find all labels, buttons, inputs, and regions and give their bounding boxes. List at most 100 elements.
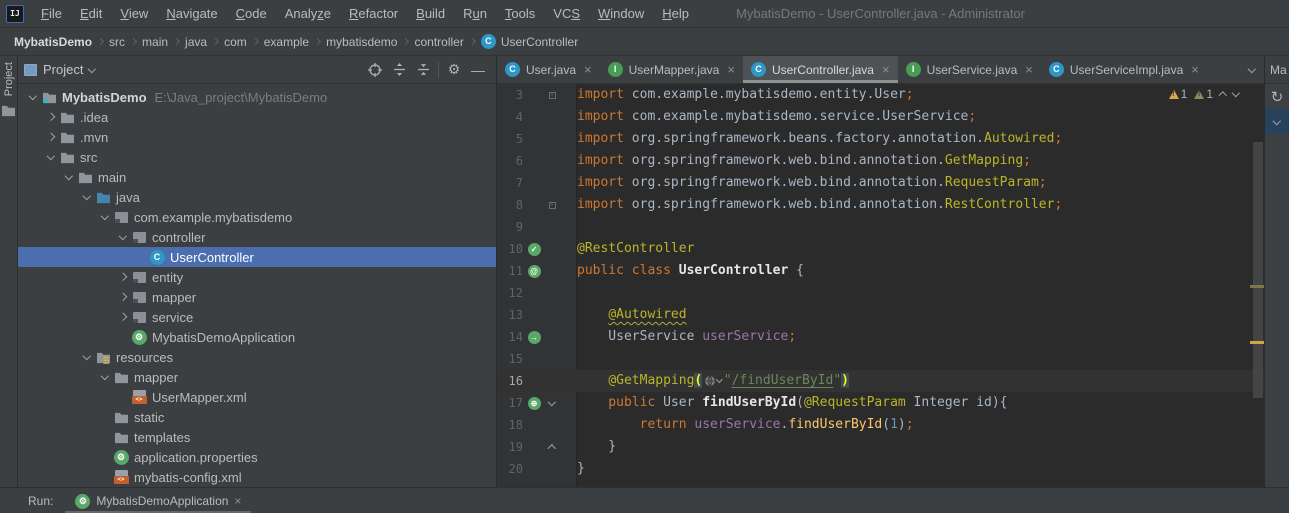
spring-request-mapping-icon[interactable]: ⊕	[527, 396, 541, 410]
code-line-16[interactable]: 16 @GetMapping("/findUserById")	[497, 370, 1264, 392]
code-line-8[interactable]: 8 - import org.springframework.web.bind.…	[497, 194, 1264, 216]
tree-item-controller[interactable]: controller	[18, 227, 496, 247]
menu-navigate[interactable]: Navigate	[157, 0, 226, 28]
menu-file[interactable]: File	[32, 0, 71, 28]
tree-item-application-properties[interactable]: ⚙ application.properties	[18, 447, 496, 467]
menu-help[interactable]: Help	[653, 0, 698, 28]
expand-all-button[interactable]	[387, 59, 411, 81]
menu-refactor[interactable]: Refactor	[340, 0, 407, 28]
code-line-15[interactable]: 15	[497, 348, 1264, 370]
code-line-19[interactable]: 19 }	[497, 436, 1264, 458]
code-line-5[interactable]: 5 import org.springframework.beans.facto…	[497, 128, 1264, 150]
breadcrumb-item-usercontroller[interactable]: C UserController	[477, 34, 582, 49]
breadcrumb-item[interactable]: src	[105, 35, 129, 49]
menu-tools[interactable]: Tools	[496, 0, 544, 28]
code-line-6[interactable]: 6 import org.springframework.web.bind.an…	[497, 150, 1264, 172]
tree-item-templates[interactable]: templates	[18, 427, 496, 447]
tree-item-src[interactable]: src	[18, 147, 496, 167]
close-icon[interactable]: ×	[234, 494, 241, 508]
warning-count[interactable]: 1	[1181, 87, 1188, 101]
chevron-down-icon[interactable]	[83, 352, 91, 360]
next-warning-button[interactable]	[1231, 89, 1240, 97]
tree-item-mapper[interactable]: mapper	[18, 287, 496, 307]
chevron-down-icon[interactable]	[101, 372, 109, 380]
breadcrumb-item[interactable]: com	[220, 35, 251, 49]
menu-window[interactable]: Window	[589, 0, 653, 28]
tree-item-java[interactable]: java	[18, 187, 496, 207]
tree-item-usercontroller[interactable]: C UserController	[18, 247, 496, 267]
hidden-tabs-chevron[interactable]	[1239, 56, 1265, 83]
tree-item-service[interactable]: service	[18, 307, 496, 327]
code-editor[interactable]: 3 - import com.example.mybatisdemo.entit…	[497, 84, 1264, 487]
breadcrumb-item[interactable]: example	[260, 35, 313, 49]
scrollbar-warning-mark[interactable]	[1250, 341, 1264, 344]
spring-annotated-bean-icon[interactable]: @	[527, 264, 541, 278]
menu-vcs[interactable]: VCS	[544, 0, 589, 28]
locate-file-button[interactable]	[363, 59, 387, 81]
editor-tab-userservice-java[interactable]: I UserService.java ×	[898, 56, 1041, 83]
editor-scrollbar[interactable]	[1253, 142, 1263, 398]
code-line-17[interactable]: 17 ⊕ public User findUserById(@RequestPa…	[497, 392, 1264, 414]
menu-code[interactable]: Code	[227, 0, 276, 28]
chevron-down-icon[interactable]	[1265, 109, 1289, 134]
chevron-right-icon[interactable]	[47, 133, 55, 141]
close-icon[interactable]: ×	[584, 62, 592, 77]
code-line-9[interactable]: 9	[497, 216, 1264, 238]
tree-item-mybatisdemoapplication[interactable]: ⚙ MybatisDemoApplication	[18, 327, 496, 347]
url-inlay-icon[interactable]	[704, 375, 723, 387]
menu-build[interactable]: Build	[407, 0, 454, 28]
editor-tab-usermapper-java[interactable]: I UserMapper.java ×	[600, 56, 743, 83]
chevron-down-icon[interactable]	[65, 172, 73, 180]
chevron-right-icon[interactable]	[119, 313, 127, 321]
breadcrumb-item[interactable]: MybatisDemo	[10, 35, 96, 49]
settings-gear-button[interactable]: ⚙	[442, 59, 466, 81]
menu-edit[interactable]: Edit	[71, 0, 111, 28]
tree-item-usermapper-xml[interactable]: <> UserMapper.xml	[18, 387, 496, 407]
breadcrumb-item[interactable]: mybatisdemo	[322, 35, 401, 49]
tree-item-entity[interactable]: entity	[18, 267, 496, 287]
code-line-13[interactable]: 13 @Autowired	[497, 304, 1264, 326]
code-line-11[interactable]: 11 @ public class UserController {	[497, 260, 1264, 282]
collapse-all-button[interactable]	[411, 59, 435, 81]
project-strip-button[interactable]: Project	[3, 62, 15, 96]
run-tab-mybatisdemoapplication[interactable]: ⚙ MybatisDemoApplication ×	[65, 488, 252, 513]
tree-item-mybatis-config-xml[interactable]: <> mybatis-config.xml	[18, 467, 496, 487]
chevron-right-icon[interactable]	[119, 273, 127, 281]
chevron-down-icon[interactable]	[88, 64, 97, 73]
close-icon[interactable]: ×	[727, 62, 735, 77]
spring-autowired-icon[interactable]: →	[527, 330, 541, 344]
menu-run[interactable]: Run	[454, 0, 496, 28]
code-line-14[interactable]: 14 → UserService userService;	[497, 326, 1264, 348]
chevron-down-icon[interactable]	[47, 152, 55, 160]
spring-bean-icon[interactable]: ✓	[527, 242, 541, 256]
close-icon[interactable]: ×	[1025, 62, 1033, 77]
menu-view[interactable]: View	[111, 0, 157, 28]
code-line-10[interactable]: 10 ✓ @RestController	[497, 238, 1264, 260]
tree-item-mapper[interactable]: mapper	[18, 367, 496, 387]
chevron-down-icon[interactable]	[83, 192, 91, 200]
refresh-icon[interactable]: ↻	[1265, 84, 1289, 109]
tree-item-com-example-mybatisdemo[interactable]: com.example.mybatisdemo	[18, 207, 496, 227]
editor-tab-userserviceimpl-java[interactable]: C UserServiceImpl.java ×	[1041, 56, 1207, 83]
chevron-down-icon[interactable]	[101, 212, 109, 220]
tree-item--mvn[interactable]: .mvn	[18, 127, 496, 147]
tree-item--idea[interactable]: .idea	[18, 107, 496, 127]
breadcrumb-item[interactable]: main	[138, 35, 172, 49]
editor-tab-user-java[interactable]: C User.java ×	[497, 56, 600, 83]
chevron-right-icon[interactable]	[119, 293, 127, 301]
tree-item-mybatisdemo[interactable]: MybatisDemo E:\Java_project\MybatisDemo	[18, 87, 496, 107]
close-icon[interactable]: ×	[882, 62, 890, 77]
code-line-18[interactable]: 18 return userService.findUserById(1);	[497, 414, 1264, 436]
editor-tab-usercontroller-java[interactable]: C UserController.java ×	[742, 56, 898, 83]
chevron-right-icon[interactable]	[47, 113, 55, 121]
code-line-4[interactable]: 4 import com.example.mybatisdemo.service…	[497, 106, 1264, 128]
close-icon[interactable]: ×	[1191, 62, 1199, 77]
code-line-3[interactable]: 3 - import com.example.mybatisdemo.entit…	[497, 84, 1264, 106]
breadcrumb-item[interactable]: java	[181, 35, 211, 49]
weak-warning-count[interactable]: 1	[1206, 87, 1213, 101]
panel-title[interactable]: Project	[43, 62, 83, 77]
scrollbar-warning-mark[interactable]	[1250, 285, 1264, 288]
tree-item-static[interactable]: static	[18, 407, 496, 427]
maven-tab[interactable]: Ma	[1265, 56, 1289, 84]
code-line-12[interactable]: 12	[497, 282, 1264, 304]
